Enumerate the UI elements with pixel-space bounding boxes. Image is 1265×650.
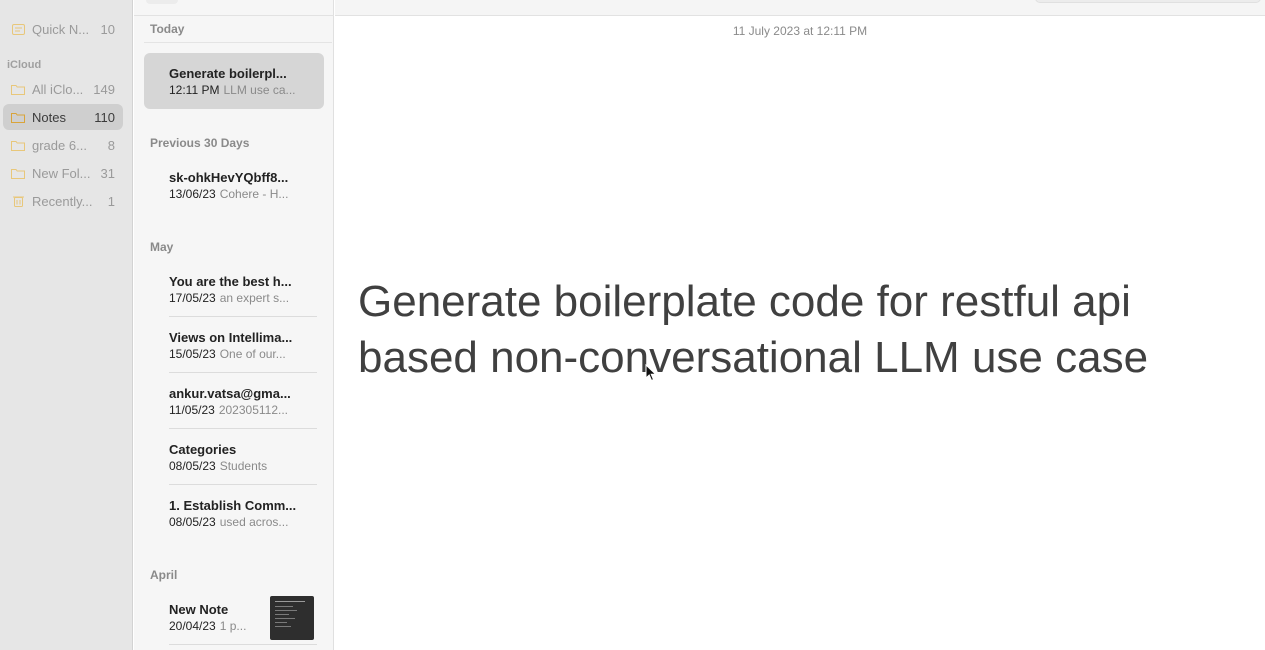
note-list-item[interactable]: ankur.vatsa@gma... 11/05/23 202305112... bbox=[144, 373, 324, 429]
note-body-line: based non-conversational LLM use case bbox=[358, 333, 1149, 382]
note-title: ankur.vatsa@gma... bbox=[169, 386, 291, 401]
sidebar-item-count: 8 bbox=[107, 137, 115, 153]
note-snippet: Students bbox=[219, 459, 268, 473]
note-list-item[interactable]: 1. Establish Comm... 08/05/23 used acros.… bbox=[144, 485, 324, 541]
sidebar-item-count: 110 bbox=[94, 109, 115, 125]
note-editor[interactable]: 11 July 2023 at 12:11 PM Generate boiler… bbox=[335, 0, 1265, 650]
note-title: Generate boilerpl... bbox=[169, 66, 287, 81]
note-title: Categories bbox=[169, 442, 237, 457]
sidebar-item-new-folder[interactable]: New Fol... 31 bbox=[3, 160, 123, 186]
note-meta: 11/05/23 202305112... bbox=[169, 403, 299, 417]
note-meta: 08/05/23 Students bbox=[169, 459, 299, 473]
note-snippet: LLM use ca... bbox=[223, 83, 296, 97]
sidebar-item-grade-6[interactable]: grade 6... 8 bbox=[3, 132, 123, 158]
folder-icon bbox=[11, 167, 25, 179]
sidebar-item-count: 149 bbox=[93, 81, 115, 97]
editor-toolbar bbox=[335, 0, 1265, 16]
note-title: You are the best h... bbox=[169, 274, 292, 289]
note-date: 13/06/23 bbox=[169, 187, 216, 201]
note-meta: 20/04/23 1 p... bbox=[169, 619, 264, 633]
note-date: 11/05/23 bbox=[169, 403, 215, 417]
note-list-toolbar bbox=[134, 0, 334, 16]
section-header-april: April bbox=[150, 568, 178, 582]
note-list-item[interactable]: Categories 08/05/23 Students bbox=[144, 429, 324, 485]
divider bbox=[169, 644, 317, 645]
section-header-previous-30-days: Previous 30 Days bbox=[150, 136, 250, 150]
note-snippet: 1 p... bbox=[219, 619, 247, 633]
note-snippet: One of our... bbox=[219, 347, 286, 361]
section-header-may: May bbox=[150, 240, 174, 254]
note-list: Today Generate boilerpl... 12:11 PM LLM u… bbox=[134, 0, 334, 650]
note-timestamp: 11 July 2023 at 12:11 PM bbox=[732, 24, 868, 38]
folder-icon bbox=[11, 83, 25, 95]
note-title: Views on Intellima... bbox=[169, 330, 293, 345]
note-list-item[interactable]: You are the best h... 17/05/23 an expert … bbox=[144, 261, 324, 317]
sidebar-item-quick-notes[interactable]: Quick N... 10 bbox=[3, 16, 123, 42]
note-snippet: used acros... bbox=[219, 515, 289, 529]
note-title: 1. Establish Comm... bbox=[169, 498, 297, 513]
note-date: 08/05/23 bbox=[169, 515, 216, 529]
trash-icon bbox=[11, 195, 25, 207]
divider bbox=[144, 42, 332, 43]
note-meta: 17/05/23 an expert s... bbox=[169, 291, 299, 305]
note-thumbnail bbox=[270, 596, 314, 640]
sidebar-item-label: Quick N... bbox=[32, 21, 90, 37]
note-snippet: an expert s... bbox=[219, 291, 290, 305]
sidebar-item-label: New Fol... bbox=[32, 165, 91, 181]
note-snippet: Cohere - H... bbox=[219, 187, 289, 201]
note-list-item[interactable]: New Note 20/04/23 1 p... bbox=[144, 589, 324, 645]
search-field[interactable] bbox=[1035, 0, 1261, 3]
note-date: 12:11 PM bbox=[169, 83, 220, 97]
sidebar-item-count: 31 bbox=[100, 165, 115, 181]
sidebar-item-label: grade 6... bbox=[32, 137, 87, 153]
note-title: New Note bbox=[169, 602, 229, 617]
note-meta: 12:11 PM LLM use ca... bbox=[169, 83, 299, 97]
note-meta: 08/05/23 used acros... bbox=[169, 515, 299, 529]
sidebar-section-icloud: iCloud bbox=[7, 59, 42, 71]
note-date: 20/04/23 bbox=[169, 619, 216, 633]
sidebar-item-count: 10 bbox=[100, 21, 115, 37]
note-body[interactable]: Generate boilerplate code for restful ap… bbox=[358, 274, 1238, 386]
note-date: 08/05/23 bbox=[169, 459, 216, 473]
note-body-line: Generate boilerplate code for restful ap… bbox=[358, 277, 1131, 326]
sidebar-item-all-icloud[interactable]: All iClo... 149 bbox=[3, 76, 123, 102]
section-header-today: Today bbox=[150, 22, 185, 36]
sidebar-item-label: Notes bbox=[32, 109, 66, 125]
view-toggle-button[interactable] bbox=[146, 0, 178, 4]
note-meta: 15/05/23 One of our... bbox=[169, 347, 299, 361]
sidebar-item-recently-deleted[interactable]: Recently... 1 bbox=[3, 188, 123, 214]
note-meta: 13/06/23 Cohere - H... bbox=[169, 187, 299, 201]
note-date: 15/05/23 bbox=[169, 347, 216, 361]
note-list-item[interactable]: Views on Intellima... 15/05/23 One of our… bbox=[144, 317, 324, 373]
sidebar-item-label: Recently... bbox=[32, 193, 93, 209]
sidebar: Quick N... 10 iCloud All iClo... 149 Not… bbox=[0, 0, 133, 650]
sidebar-item-notes[interactable]: Notes 110 bbox=[3, 104, 123, 130]
mouse-pointer-icon bbox=[645, 363, 657, 382]
quick-notes-icon bbox=[11, 23, 25, 35]
sidebar-item-count: 1 bbox=[107, 193, 115, 209]
sidebar-item-label: All iClo... bbox=[32, 81, 84, 97]
note-date: 17/05/23 bbox=[169, 291, 216, 305]
note-list-item[interactable]: Generate boilerpl... 12:11 PM LLM use ca.… bbox=[144, 53, 324, 109]
note-title: sk-ohkHevYQbff8... bbox=[169, 170, 289, 185]
folder-icon bbox=[11, 139, 25, 151]
note-snippet: 202305112... bbox=[218, 403, 289, 417]
note-list-item[interactable]: sk-ohkHevYQbff8... 13/06/23 Cohere - H... bbox=[144, 157, 324, 213]
folder-icon bbox=[11, 111, 25, 123]
